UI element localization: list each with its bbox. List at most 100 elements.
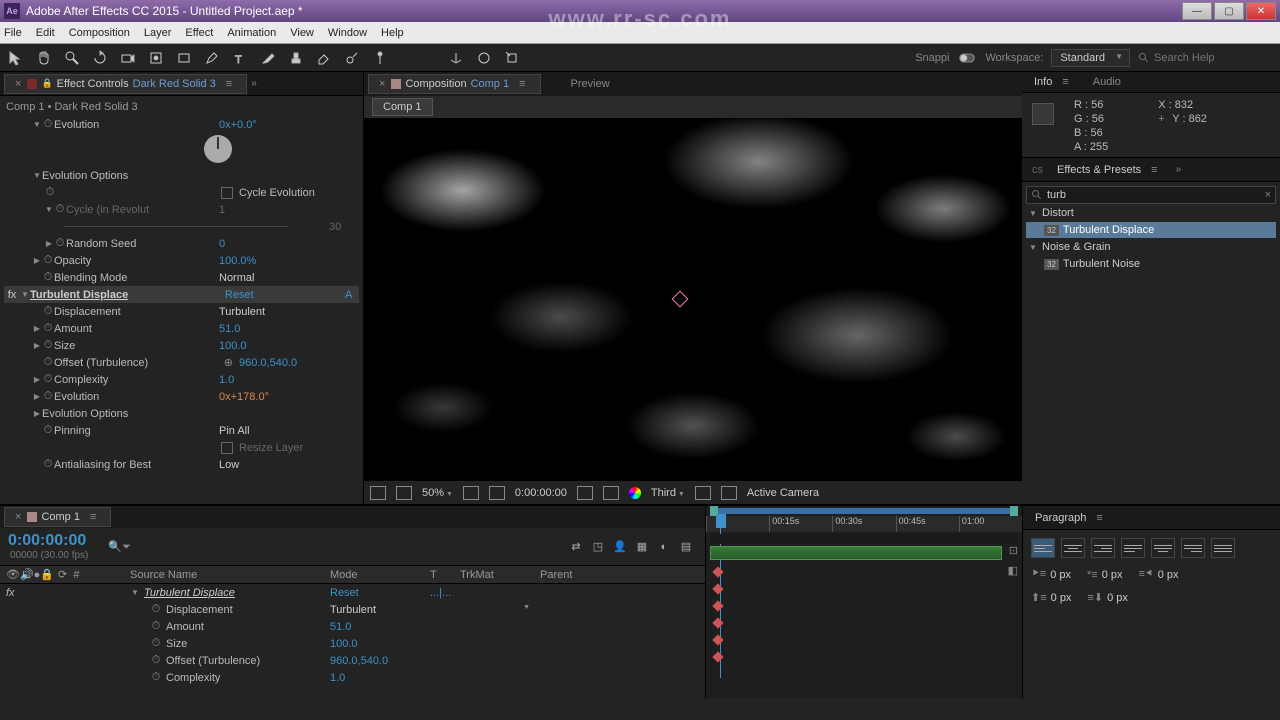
keyframe-icon[interactable]	[712, 566, 723, 577]
type-tool-icon[interactable]: T	[230, 48, 250, 68]
motion-blur-icon[interactable]: ◐	[653, 537, 675, 557]
menu-help[interactable]: Help	[381, 27, 404, 39]
view-axis-icon[interactable]	[502, 48, 522, 68]
toggle-transparency-icon[interactable]	[396, 486, 412, 500]
keyframe-icon[interactable]	[712, 617, 723, 628]
prop-amount-value[interactable]: 51.0	[219, 323, 359, 335]
channel-icon[interactable]	[629, 487, 641, 499]
close-button[interactable]: ✕	[1246, 2, 1276, 20]
keyframe-icon[interactable]	[712, 634, 723, 645]
category-noise-grain[interactable]: ▼Noise & Grain	[1026, 238, 1276, 256]
indent-left-value[interactable]: 0 px	[1050, 569, 1071, 581]
composition-tab[interactable]: × Composition Comp 1 ≡	[368, 74, 541, 94]
timeline-timecode[interactable]: 0:00:00:00	[8, 532, 88, 550]
preset-turbulent-noise[interactable]: 32Turbulent Noise	[1026, 256, 1276, 272]
menu-view[interactable]: View	[290, 27, 314, 39]
timeline-prop-row[interactable]: ⏱Size 100.0	[0, 635, 705, 652]
effects-search-input[interactable]	[1047, 189, 1261, 201]
clear-search-icon[interactable]: ×	[1265, 189, 1271, 201]
toggle-alpha-icon[interactable]	[370, 486, 386, 500]
view3d-dropdown[interactable]: Third	[651, 487, 685, 499]
antialias-dropdown[interactable]: Low	[219, 459, 359, 471]
tab-menu-icon[interactable]: ≡	[1090, 512, 1108, 524]
timeline-effect-row[interactable]: fx ▼Turbulent Displace Reset ...|...	[0, 584, 705, 601]
stopwatch-icon[interactable]: ⏱	[42, 118, 54, 131]
prop-offset-value[interactable]: 960.0,540.0	[239, 357, 359, 369]
pixel-aspect-icon[interactable]	[721, 486, 737, 500]
rectangle-tool-icon[interactable]	[174, 48, 194, 68]
zoom-to-fit-icon[interactable]: ⊡	[1009, 544, 1018, 557]
effect-reset-link[interactable]: Reset	[225, 289, 345, 301]
indent-right-value[interactable]: 0 px	[1158, 569, 1179, 581]
paragraph-tab[interactable]: Paragraph≡	[1027, 509, 1117, 527]
timeline-prop-row[interactable]: ⏱Offset (Turbulence) 960.0,540.0	[0, 652, 705, 669]
fx-toggle-icon[interactable]: fx	[4, 289, 20, 301]
viewer-timecode[interactable]: 0:00:00:00	[515, 487, 567, 499]
minimize-button[interactable]: —	[1182, 2, 1212, 20]
resolution-icon[interactable]	[463, 486, 479, 500]
active-camera-label[interactable]: Active Camera	[747, 487, 819, 499]
tab-menu-icon[interactable]: ≡	[84, 511, 102, 523]
flowchart-chip[interactable]: Comp 1	[372, 98, 433, 116]
prop-random-seed-value[interactable]: 0	[219, 238, 359, 250]
keyframe-icon[interactable]	[712, 651, 723, 662]
eraser-tool-icon[interactable]	[314, 48, 334, 68]
comp-marker-icon[interactable]: ◧	[1008, 564, 1018, 577]
graph-editor-icon[interactable]: ▤	[675, 537, 697, 557]
snapshot-icon[interactable]	[577, 486, 593, 500]
prop-complexity-value[interactable]: 1.0	[219, 374, 359, 386]
prop-size-value[interactable]: 100.0	[219, 340, 359, 352]
tab-menu-icon[interactable]: ≡	[513, 78, 531, 90]
stopwatch-icon[interactable]: ⏱	[42, 305, 54, 318]
help-search-input[interactable]	[1154, 52, 1274, 64]
stopwatch-icon[interactable]: ⏱	[42, 254, 54, 267]
stopwatch-icon[interactable]: ⏱	[42, 356, 54, 369]
displacement-dropdown[interactable]: Turbulent	[219, 306, 359, 318]
work-area-bar[interactable]	[710, 508, 1018, 514]
timeline-displacement-dropdown[interactable]: Turbulent	[330, 604, 430, 616]
effect-controls-tab[interactable]: × 🔒 Effect Controls Dark Red Solid 3 ≡	[4, 74, 247, 94]
shy-icon[interactable]: 👤	[609, 537, 631, 557]
pickwhip-icon[interactable]: ⟳	[58, 569, 67, 581]
selection-tool-icon[interactable]	[6, 48, 26, 68]
roi-icon[interactable]	[489, 486, 505, 500]
preset-turbulent-displace[interactable]: 32Turbulent Displace	[1026, 222, 1276, 238]
category-distort[interactable]: ▼Distort	[1026, 204, 1276, 222]
align-left-button[interactable]	[1031, 538, 1055, 558]
local-axis-icon[interactable]	[446, 48, 466, 68]
timeline-prop-row[interactable]: ⏱Complexity 1.0	[0, 669, 705, 686]
zoom-tool-icon[interactable]	[62, 48, 82, 68]
zoom-dropdown[interactable]: 50%	[422, 487, 453, 499]
menu-layer[interactable]: Layer	[144, 27, 172, 39]
layer-duration-bar[interactable]	[710, 546, 1002, 560]
menu-animation[interactable]: Animation	[227, 27, 276, 39]
stopwatch-icon[interactable]: ⏱	[42, 373, 54, 386]
menu-composition[interactable]: Composition	[69, 27, 130, 39]
effects-search-box[interactable]: ×	[1026, 186, 1276, 204]
audio-tab[interactable]: Audio	[1083, 72, 1131, 92]
prop-evolution2-value[interactable]: 0x+178.0°	[219, 391, 359, 403]
pen-tool-icon[interactable]	[202, 48, 222, 68]
justify-last-left-button[interactable]	[1121, 538, 1145, 558]
composition-viewer[interactable]	[364, 118, 1022, 480]
stopwatch-icon[interactable]: ⏱	[42, 271, 54, 284]
align-right-button[interactable]	[1091, 538, 1115, 558]
space-after-value[interactable]: 0 px	[1107, 592, 1128, 604]
effects-presets-tab[interactable]: Effects & Presets≡	[1049, 161, 1172, 179]
search-icon[interactable]: 🔍⏷	[108, 540, 131, 554]
timeline-prop-row[interactable]: ⏱Amount 51.0	[0, 618, 705, 635]
tab-menu-icon[interactable]: ≡	[220, 78, 238, 90]
snapping-toggle-icon[interactable]	[957, 48, 977, 68]
time-ruler[interactable]: 00:15s 00:30s 00:45s 01:00	[706, 516, 1022, 532]
info-tab[interactable]: Info≡	[1026, 73, 1083, 91]
world-axis-icon[interactable]	[474, 48, 494, 68]
cycle-evolution-checkbox[interactable]	[221, 187, 233, 199]
align-center-button[interactable]	[1061, 538, 1085, 558]
menu-edit[interactable]: Edit	[36, 27, 55, 39]
view-layout-icon[interactable]	[695, 486, 711, 500]
indent-firstline-value[interactable]: 0 px	[1102, 569, 1123, 581]
rotation-tool-icon[interactable]	[90, 48, 110, 68]
menu-file[interactable]: File	[4, 27, 22, 39]
clone-stamp-tool-icon[interactable]	[286, 48, 306, 68]
justify-last-right-button[interactable]	[1181, 538, 1205, 558]
